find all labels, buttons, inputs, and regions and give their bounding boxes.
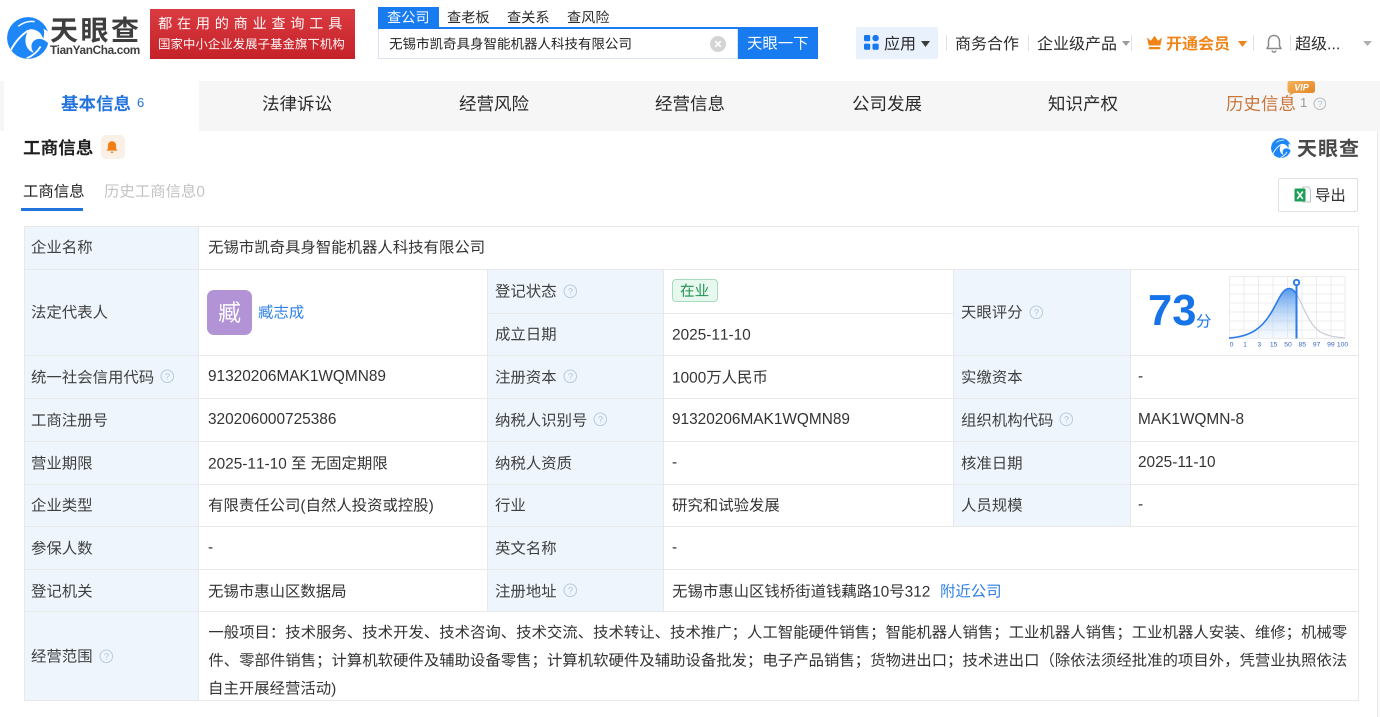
svg-text:97: 97 — [1313, 342, 1321, 349]
svg-text:15: 15 — [1270, 342, 1278, 349]
svg-text:3: 3 — [1258, 342, 1262, 349]
svg-text:100: 100 — [1337, 342, 1349, 349]
svg-text:50: 50 — [1284, 342, 1292, 349]
svg-text:VIP: VIP — [1294, 83, 1310, 93]
svg-text:85: 85 — [1299, 342, 1307, 349]
svg-text:0: 0 — [1230, 342, 1234, 349]
svg-text:1: 1 — [1243, 342, 1247, 349]
svg-text:99: 99 — [1327, 342, 1335, 349]
